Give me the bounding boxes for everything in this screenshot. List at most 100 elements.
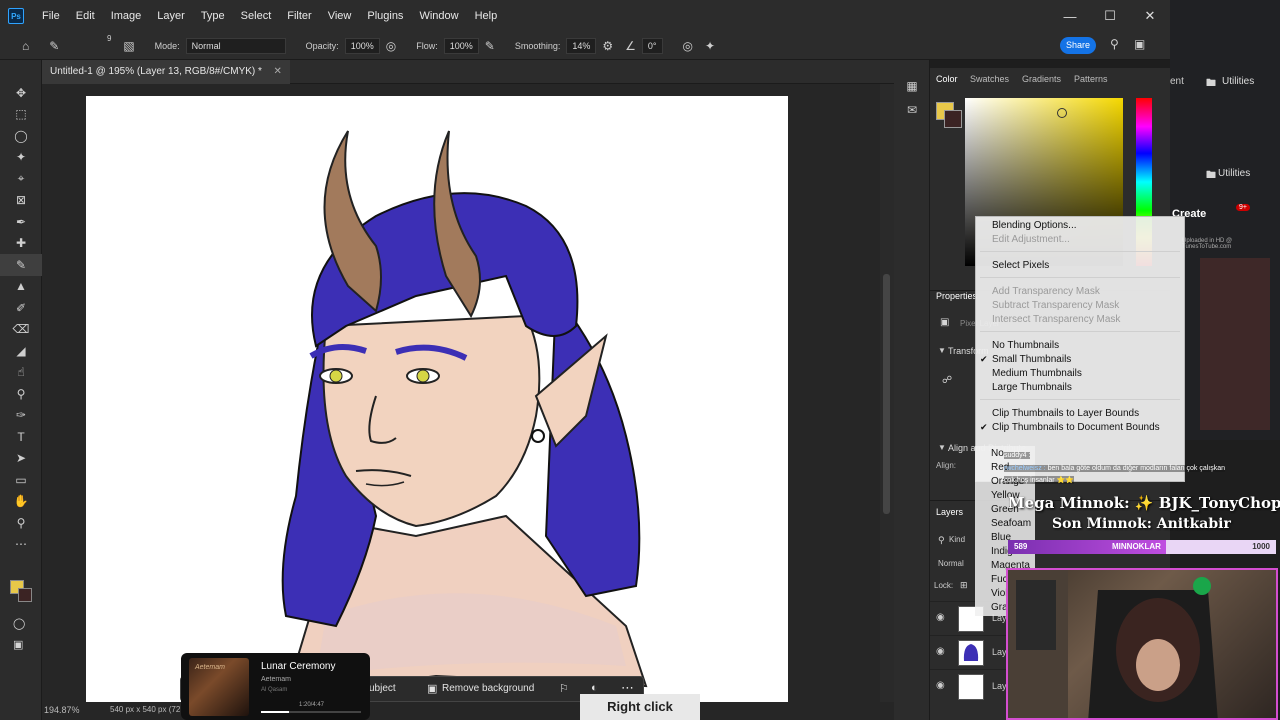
- visibility-eye-icon[interactable]: ◉: [936, 680, 945, 691]
- visibility-eye-icon[interactable]: ◉: [936, 646, 945, 657]
- menu-select-pixels[interactable]: Select Pixels: [992, 260, 1049, 271]
- transform-chevron-icon[interactable]: ▼: [938, 346, 946, 355]
- bookmark-utilities[interactable]: Utilities: [1222, 76, 1254, 87]
- close-window-button[interactable]: ✕: [1130, 0, 1170, 32]
- menu-view[interactable]: View: [320, 0, 360, 32]
- color-picker-cursor[interactable]: [1057, 108, 1067, 118]
- layer-blend-mode[interactable]: Normal: [938, 559, 964, 568]
- tab-patterns[interactable]: Patterns: [1074, 74, 1108, 84]
- generative-icon[interactable]: ◐: [591, 682, 598, 694]
- airbrush-icon[interactable]: ✎: [485, 39, 495, 53]
- quick-select-tool-icon[interactable]: ✦: [0, 147, 42, 169]
- share-button[interactable]: Share: [1060, 37, 1096, 54]
- visibility-eye-icon[interactable]: ◉: [936, 612, 945, 623]
- path-select-tool-icon[interactable]: ➤: [0, 448, 42, 470]
- frame-tool-icon[interactable]: ⊠: [0, 190, 42, 212]
- remove-background-button[interactable]: Remove background: [442, 683, 534, 694]
- quick-mask-icon[interactable]: ◯: [13, 617, 25, 630]
- marquee-tool-icon[interactable]: ⬚: [0, 104, 42, 126]
- gear-icon[interactable]: ⚙: [602, 39, 613, 53]
- zoom-level[interactable]: 194.87%: [44, 705, 80, 715]
- document-tab[interactable]: Untitled-1 @ 195% (Layer 13, RGB/8#/CMYK…: [42, 60, 290, 84]
- home-icon[interactable]: ⌂: [22, 39, 29, 53]
- menu-image[interactable]: Image: [103, 0, 150, 32]
- menu-no-thumbnails[interactable]: No Thumbnails: [992, 340, 1059, 351]
- rectangle-tool-icon[interactable]: ▭: [0, 469, 42, 491]
- background-color-swatch[interactable]: [18, 588, 32, 602]
- menu-plugins[interactable]: Plugins: [359, 0, 411, 32]
- menu-file[interactable]: File: [34, 0, 68, 32]
- type-tool-icon[interactable]: T: [0, 426, 42, 448]
- symmetry-icon[interactable]: ✦: [705, 39, 715, 53]
- history-icon[interactable]: ▦: [894, 74, 930, 98]
- canvas-workspace[interactable]: [42, 84, 880, 702]
- lasso-tool-icon[interactable]: ◯: [0, 125, 42, 147]
- menu-layer[interactable]: Layer: [149, 0, 193, 32]
- layer-name[interactable]: Lay: [992, 681, 1007, 691]
- menu-filter[interactable]: Filter: [279, 0, 319, 32]
- panel-background-swatch[interactable]: [944, 110, 962, 128]
- menu-clip-document-bounds[interactable]: ✔ Clip Thumbnails to Document Bounds: [980, 422, 1160, 433]
- bookmark-utilities-2[interactable]: Utilities: [1218, 168, 1250, 179]
- maximize-button[interactable]: ☐: [1090, 0, 1130, 32]
- opacity-field[interactable]: 100%: [344, 37, 380, 54]
- minimize-button[interactable]: —: [1050, 0, 1090, 32]
- workspace-icon[interactable]: ▣: [1134, 37, 1145, 51]
- clone-stamp-tool-icon[interactable]: ▲: [0, 276, 42, 298]
- dodge-tool-icon[interactable]: ⚲: [0, 383, 42, 405]
- flow-field[interactable]: 100%: [443, 37, 479, 54]
- pressure-opacity-icon[interactable]: ◎: [386, 39, 396, 53]
- menu-medium-thumbnails[interactable]: Medium Thumbnails: [992, 368, 1082, 379]
- smoothing-field[interactable]: 14%: [566, 37, 597, 54]
- zoom-tool-icon[interactable]: ⚲: [0, 512, 42, 534]
- filter-kind[interactable]: Kind: [949, 535, 965, 544]
- select-subject-button[interactable]: ubject: [369, 683, 396, 694]
- menu-edit[interactable]: Edit: [68, 0, 103, 32]
- transform-icon[interactable]: ⚐: [559, 682, 569, 695]
- hand-tool-icon[interactable]: ✋: [0, 491, 42, 513]
- layer-thumbnail[interactable]: [958, 674, 984, 700]
- pressure-size-icon[interactable]: ◎: [683, 39, 693, 53]
- healing-brush-tool-icon[interactable]: ✚: [0, 233, 42, 255]
- tab-gradients[interactable]: Gradients: [1022, 74, 1061, 84]
- brush-settings-icon[interactable]: ▧: [123, 39, 134, 53]
- vertical-scrollbar[interactable]: [880, 84, 894, 702]
- angle-field[interactable]: 0°: [641, 37, 663, 54]
- menu-large-thumbnails[interactable]: Large Thumbnails: [992, 382, 1072, 393]
- menu-help[interactable]: Help: [467, 0, 506, 32]
- webcam-scene: [1008, 570, 1218, 718]
- menu-blending-options[interactable]: Blending Options...: [992, 220, 1077, 231]
- more-tools-icon[interactable]: ⋯: [0, 534, 42, 556]
- tab-color[interactable]: Color: [936, 74, 958, 84]
- menu-small-thumbnails[interactable]: ✔ Small Thumbnails: [980, 354, 1071, 365]
- brush-preset-icon[interactable]: ✎: [49, 39, 59, 53]
- link-icon[interactable]: ☍: [942, 375, 952, 386]
- close-tab-icon[interactable]: ✕: [274, 60, 282, 84]
- brush-tool-icon[interactable]: ✎: [0, 254, 42, 276]
- search-icon[interactable]: ⚲: [1110, 37, 1119, 51]
- paint-bucket-tool-icon[interactable]: ◢: [0, 340, 42, 362]
- layer-thumbnail[interactable]: [958, 640, 984, 666]
- eyedropper-tool-icon[interactable]: ✒: [0, 211, 42, 233]
- document-canvas[interactable]: [86, 96, 788, 702]
- track-progress[interactable]: [261, 711, 361, 713]
- comments-icon[interactable]: ✉: [894, 98, 930, 122]
- pen-tool-icon[interactable]: ✑: [0, 405, 42, 427]
- mode-select[interactable]: Normal: [185, 37, 286, 54]
- eraser-tool-icon[interactable]: ⌫: [0, 319, 42, 341]
- menu-type[interactable]: Type: [193, 0, 233, 32]
- tab-swatches[interactable]: Swatches: [970, 74, 1009, 84]
- history-brush-tool-icon[interactable]: ✐: [0, 297, 42, 319]
- scrollbar-thumb[interactable]: [883, 274, 890, 514]
- video-thumbnail[interactable]: [1200, 258, 1270, 430]
- screen-mode-icon[interactable]: ▣: [13, 638, 23, 651]
- smudge-tool-icon[interactable]: ☝: [0, 362, 42, 384]
- menu-select[interactable]: Select: [233, 0, 280, 32]
- menu-clip-layer-bounds[interactable]: Clip Thumbnails to Layer Bounds: [992, 408, 1139, 419]
- lock-transparent-icon[interactable]: ⊞: [960, 580, 968, 591]
- align-chevron-icon[interactable]: ▼: [938, 443, 946, 452]
- menu-window[interactable]: Window: [411, 0, 466, 32]
- layer-name[interactable]: Lay: [992, 647, 1007, 657]
- move-tool-icon[interactable]: ✥: [0, 82, 42, 104]
- crop-tool-icon[interactable]: ⌖: [0, 168, 42, 190]
